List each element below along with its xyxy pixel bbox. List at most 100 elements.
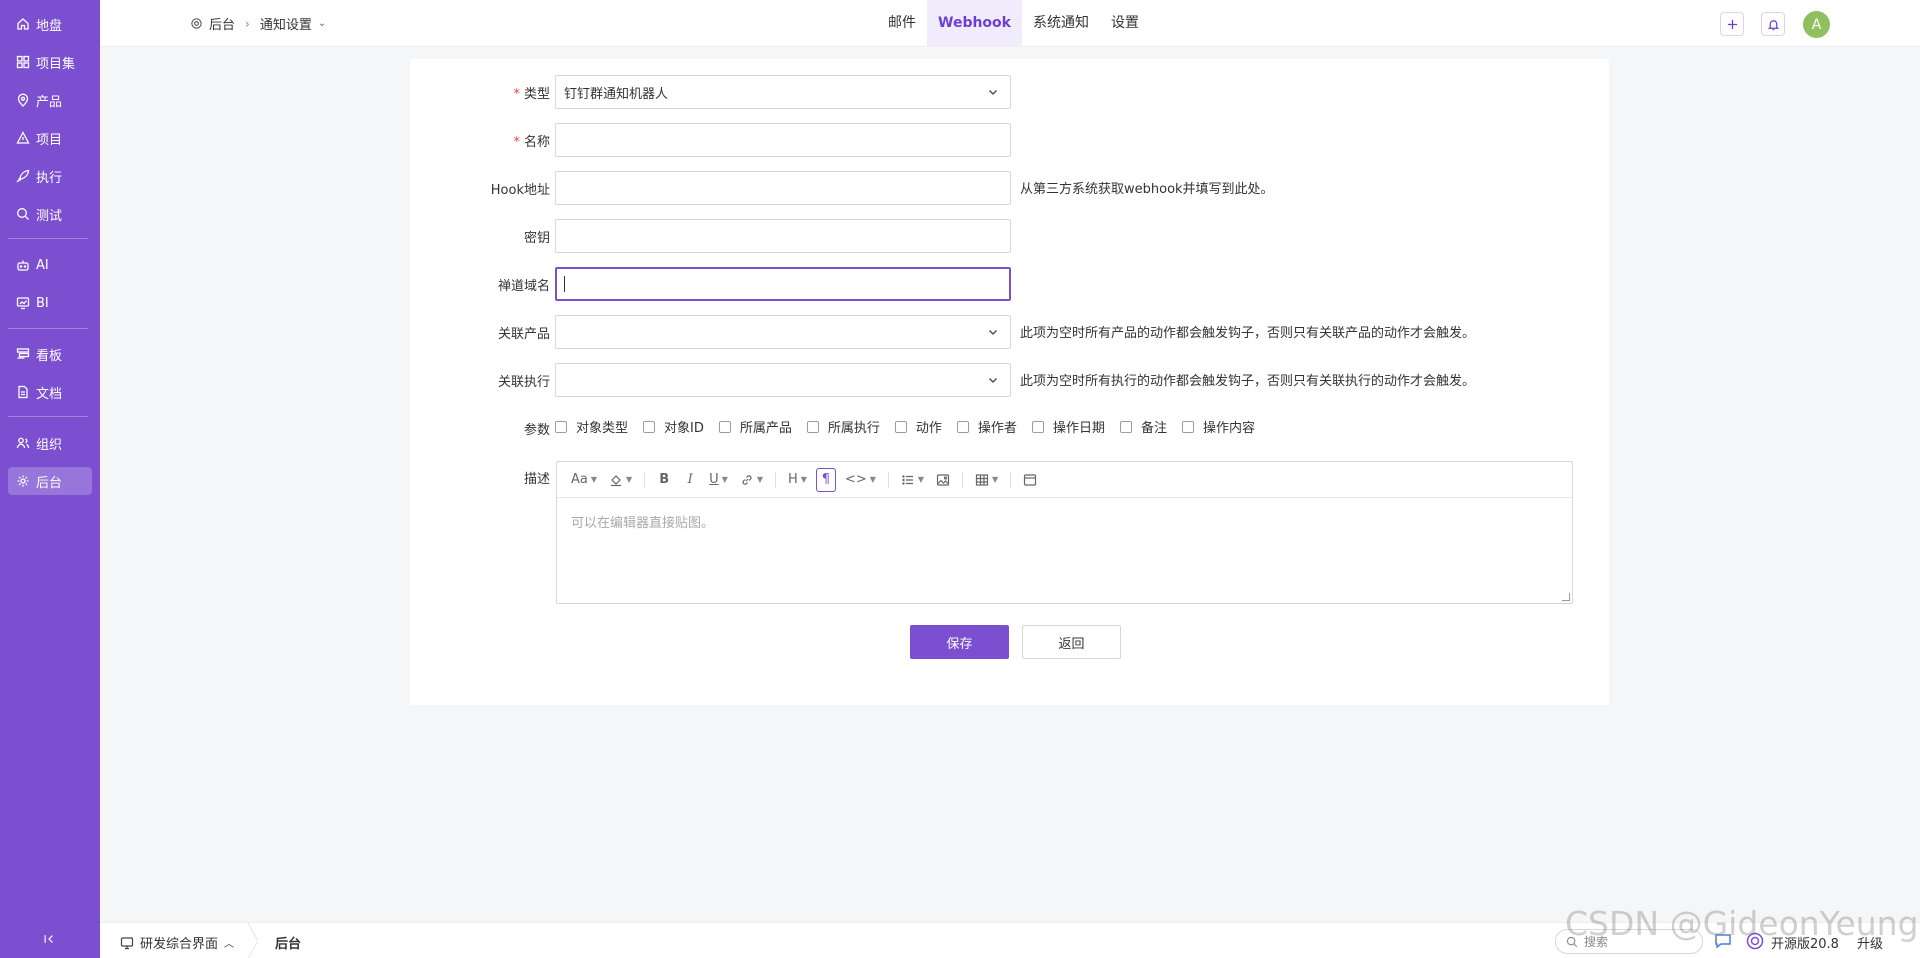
pilcrow-icon: ¶	[821, 472, 831, 487]
hook-hint: 从第三方系统获取webhook并填写到此处。	[1020, 182, 1274, 197]
paragraph-button[interactable]: ¶	[815, 467, 836, 492]
param-checkbox-action[interactable]: 动作	[894, 417, 942, 436]
sidebar-item-project[interactable]: 项目	[8, 124, 92, 152]
code-button[interactable]: <> ▼	[842, 468, 879, 492]
monitor-icon	[120, 936, 134, 949]
color-button[interactable]: ▼	[606, 468, 635, 492]
checkbox[interactable]	[643, 420, 656, 433]
param-checkbox-object-type[interactable]: 对象类型	[555, 417, 628, 436]
footer-search-input[interactable]: 搜索	[1555, 929, 1703, 954]
checkbox[interactable]	[718, 420, 731, 433]
sidebar-item-label: AI	[36, 257, 49, 273]
product-label: 关联产品	[497, 327, 550, 342]
secret-input[interactable]	[555, 219, 1011, 253]
font-size-button[interactable]: Aa ▼	[568, 468, 600, 492]
rich-text-editor[interactable]: Aa ▼ ▼ B I U ▼ ▼ H ▼ ¶ <> ▼ ▼ ▼ 可以在编辑器直接贴图。	[556, 461, 1573, 604]
bold-icon: B	[659, 472, 670, 487]
image-button[interactable]	[933, 468, 953, 492]
sidebar-item-bi[interactable]: BI	[8, 289, 92, 317]
sidebar-item-program[interactable]: 项目集	[8, 48, 92, 76]
sidebar-item-doc[interactable]: 文档	[8, 378, 92, 406]
table-button[interactable]: ▼	[972, 468, 1001, 492]
domain-label: 禅道域名	[497, 279, 550, 294]
param-checkbox-content[interactable]: 操作内容	[1181, 417, 1255, 436]
chart-icon	[16, 296, 30, 310]
toolbar-divider	[775, 471, 776, 488]
param-checkbox-actor[interactable]: 操作者	[956, 417, 1017, 436]
chevron-down-icon: ▼	[756, 475, 763, 484]
hook-label: Hook地址	[490, 183, 550, 198]
desc-label: 描述	[523, 472, 550, 487]
chevron-right-icon: ›	[245, 16, 250, 31]
grid-icon	[16, 55, 30, 69]
toolbar-divider	[962, 471, 964, 488]
back-button[interactable]: 返回	[1022, 625, 1121, 659]
app-switcher[interactable]: 研发综合界面 ︿	[120, 933, 234, 952]
name-label: * 名称	[513, 135, 550, 150]
param-checkbox-comment[interactable]: 备注	[1119, 417, 1167, 436]
sidebar-item-ai[interactable]: AI	[8, 251, 92, 279]
app-switcher-label: 研发综合界面	[140, 937, 219, 952]
checkbox[interactable]	[1031, 420, 1044, 433]
sidebar-item-admin[interactable]: 后台	[8, 467, 92, 495]
breadcrumb-root[interactable]: 后台	[209, 14, 235, 33]
param-checkbox-date[interactable]: 操作日期	[1031, 417, 1105, 436]
italic-button[interactable]: I	[680, 468, 700, 492]
avatar[interactable]: A	[1803, 11, 1830, 38]
chevron-down-icon: ▼	[626, 475, 633, 484]
param-checkbox-execution[interactable]: 所属执行	[806, 417, 880, 436]
chevron-down-icon[interactable]: ⌄	[318, 18, 326, 29]
save-button[interactable]: 保存	[910, 625, 1009, 659]
underline-icon: U	[709, 472, 719, 487]
product-select[interactable]	[555, 315, 1011, 349]
people-icon	[16, 436, 30, 450]
param-checkbox-object-id[interactable]: 对象ID	[643, 417, 704, 436]
tab-system-notice[interactable]: 系统通知	[1022, 0, 1100, 46]
product-hint: 此项为空时所有产品的动作都会触发钩子，否则只有关联产品的动作才会触发。	[1020, 326, 1476, 341]
toolbar-divider	[887, 471, 889, 488]
tab-email[interactable]: 邮件	[877, 0, 927, 46]
breadcrumb-current[interactable]: 通知设置	[260, 14, 312, 33]
checkbox[interactable]	[806, 420, 819, 433]
checkbox[interactable]	[1119, 420, 1132, 433]
underline-button[interactable]: U ▼	[706, 468, 731, 492]
text-cursor	[564, 276, 565, 292]
sidebar-item-execution[interactable]: 执行	[8, 162, 92, 190]
list-button[interactable]: ▼	[898, 468, 927, 492]
chevron-down-icon: ▼	[992, 475, 999, 484]
execution-select[interactable]	[555, 363, 1011, 397]
breadcrumb-arrow-icon	[248, 923, 258, 958]
upgrade-link[interactable]: 升级	[1857, 933, 1883, 952]
add-button[interactable]	[1720, 12, 1744, 36]
name-input[interactable]	[555, 123, 1011, 157]
list-icon	[902, 474, 913, 485]
message-icon[interactable]	[1713, 931, 1733, 951]
param-checkbox-product[interactable]: 所属产品	[718, 417, 792, 436]
link-button[interactable]: ▼	[737, 468, 766, 492]
type-select[interactable]: 钉钉群通知机器人	[555, 75, 1011, 109]
tab-settings[interactable]: 设置	[1100, 0, 1150, 46]
checkbox[interactable]	[956, 420, 969, 433]
sidebar-item-test[interactable]: 测试	[8, 200, 92, 228]
sidebar-item-kanban[interactable]: 看板	[8, 340, 92, 368]
bold-button[interactable]: B	[654, 468, 674, 492]
fullscreen-button[interactable]	[1020, 468, 1040, 492]
notifications-button[interactable]	[1761, 12, 1785, 36]
sidebar: 地盘 项目集 产品 项目 执行 测试 AI BI 看板 文档 组织 后台	[0, 0, 100, 958]
checkbox[interactable]	[1181, 420, 1194, 433]
heading-button[interactable]: H ▼	[785, 468, 810, 492]
checkbox[interactable]	[894, 420, 907, 433]
type-label: * 类型	[513, 87, 550, 102]
domain-input[interactable]	[555, 267, 1011, 301]
sidebar-item-dashboard[interactable]: 地盘	[8, 10, 92, 38]
hook-url-input[interactable]	[555, 171, 1011, 205]
resize-handle[interactable]	[1562, 593, 1570, 601]
sidebar-item-label: 后台	[36, 475, 63, 491]
checkbox[interactable]	[555, 420, 567, 433]
type-select-value: 钉钉群通知机器人	[564, 86, 669, 102]
sidebar-item-product[interactable]: 产品	[8, 86, 92, 114]
required-mark: *	[513, 87, 520, 102]
sidebar-item-org[interactable]: 组织	[8, 429, 92, 457]
collapse-sidebar-icon[interactable]	[40, 930, 58, 948]
tab-webhook[interactable]: Webhook	[927, 0, 1022, 46]
